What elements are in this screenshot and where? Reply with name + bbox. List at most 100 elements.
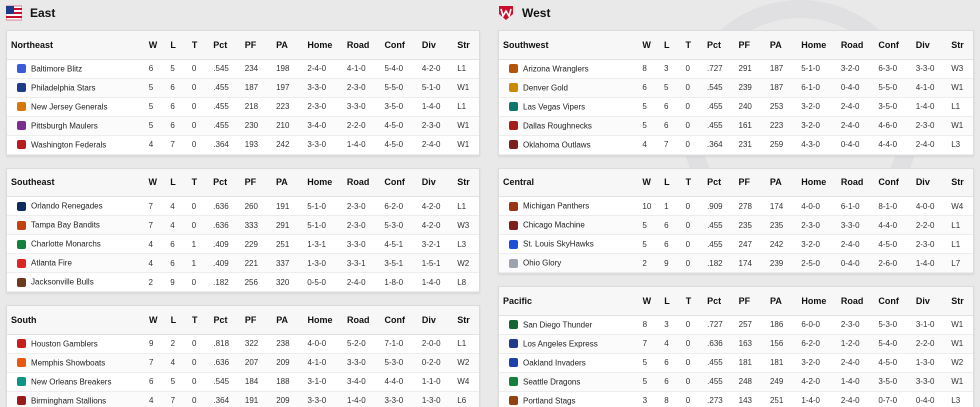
column-header-conf[interactable]: Conf	[874, 287, 912, 316]
team-cell[interactable]: Ohio Glory	[499, 253, 639, 273]
team-cell[interactable]: Tampa Bay Bandits	[7, 215, 145, 235]
team-name[interactable]: Portland Stags	[523, 396, 575, 405]
column-header-t[interactable]: T	[681, 287, 704, 316]
team-name[interactable]: Michigan Panthers	[523, 202, 589, 211]
team-cell[interactable]: New Orleans Breakers	[7, 372, 145, 392]
team-name[interactable]: Houston Gamblers	[31, 339, 98, 348]
column-header-l[interactable]: L	[660, 168, 682, 197]
team-cell[interactable]: Seattle Dragons	[499, 372, 639, 392]
team-cell[interactable]: Birmingham Stallions	[7, 391, 145, 407]
column-header-div[interactable]: Div	[911, 287, 948, 316]
column-header-home[interactable]: Home	[797, 168, 837, 197]
column-header-road[interactable]: Road	[343, 306, 381, 335]
column-header-div[interactable]: Div	[911, 31, 948, 60]
column-header-w[interactable]: W	[638, 287, 661, 316]
team-name[interactable]: New Jersey Generals	[31, 102, 107, 111]
team-cell[interactable]: Portland Stags	[499, 391, 639, 407]
column-header-t[interactable]: T	[187, 31, 210, 60]
column-header-w[interactable]: W	[638, 31, 661, 60]
column-header-pf[interactable]: PF	[240, 31, 273, 60]
column-header-l[interactable]: L	[166, 168, 188, 197]
team-name[interactable]: Oakland Invaders	[523, 358, 586, 367]
column-header-w[interactable]: W	[144, 306, 167, 335]
column-header-l[interactable]: L	[166, 306, 189, 335]
team-cell[interactable]: Houston Gamblers	[7, 334, 145, 354]
column-header-l[interactable]: L	[660, 287, 682, 316]
column-header-str[interactable]: Str	[947, 287, 973, 316]
column-header-road[interactable]: Road	[342, 168, 381, 197]
column-header-conf[interactable]: Conf	[874, 168, 912, 197]
column-header-home[interactable]: Home	[303, 306, 344, 335]
column-header-pf[interactable]: PF	[240, 168, 272, 197]
team-cell[interactable]: Las Vegas Vipers	[499, 97, 639, 117]
column-header-pa[interactable]: PA	[765, 31, 798, 60]
team-cell[interactable]: Baltimore Blitz	[7, 59, 145, 79]
column-header-pct[interactable]: Pct	[703, 31, 735, 60]
team-name[interactable]: Charlotte Monarchs	[31, 240, 101, 249]
team-cell[interactable]: Los Angeles Express	[499, 334, 639, 354]
column-header-pct[interactable]: Pct	[703, 287, 735, 316]
column-header-conf[interactable]: Conf	[380, 306, 418, 335]
team-name[interactable]: Ohio Glory	[523, 259, 561, 268]
column-header-w[interactable]: W	[144, 168, 167, 197]
team-cell[interactable]: New Jersey Generals	[7, 97, 145, 117]
team-cell[interactable]: Orlando Renegades	[7, 196, 145, 216]
team-name[interactable]: Jacksonville Bulls	[31, 278, 94, 287]
column-header-pf[interactable]: PF	[734, 287, 766, 316]
team-cell[interactable]: Oakland Invaders	[499, 353, 639, 373]
column-header-pa[interactable]: PA	[765, 168, 798, 197]
column-header-home[interactable]: Home	[303, 168, 343, 197]
column-header-t[interactable]: T	[187, 168, 210, 197]
column-header-pa[interactable]: PA	[765, 287, 798, 316]
team-name[interactable]: Seattle Dragons	[523, 377, 580, 386]
team-cell[interactable]: Oklahoma Outlaws	[499, 135, 639, 155]
team-cell[interactable]: Charlotte Monarchs	[7, 234, 145, 254]
column-header-t[interactable]: T	[681, 31, 704, 60]
column-header-conf[interactable]: Conf	[874, 31, 912, 60]
team-name[interactable]: Chicago Machine	[523, 221, 585, 230]
team-name[interactable]: Atlanta Fire	[31, 259, 72, 268]
team-name[interactable]: Arizona Wranglers	[523, 64, 589, 73]
column-header-road[interactable]: Road	[836, 168, 875, 197]
column-header-div[interactable]: Div	[417, 168, 454, 197]
column-header-pa[interactable]: PA	[272, 31, 304, 60]
team-name[interactable]: Philadelphia Stars	[31, 83, 95, 92]
team-name[interactable]: Dallas Roughnecks	[523, 121, 592, 130]
column-header-pa[interactable]: PA	[272, 306, 304, 335]
team-name[interactable]: Orlando Renegades	[31, 202, 103, 211]
column-header-road[interactable]: Road	[836, 31, 875, 60]
team-cell[interactable]: Pittsburgh Maulers	[7, 116, 145, 136]
column-header-div[interactable]: Div	[417, 31, 454, 60]
column-header-conf[interactable]: Conf	[380, 168, 418, 197]
column-header-pct[interactable]: Pct	[209, 168, 241, 197]
column-header-pct[interactable]: Pct	[209, 31, 241, 60]
team-name[interactable]: Baltimore Blitz	[31, 64, 82, 73]
team-cell[interactable]: St. Louis SkyHawks	[499, 234, 639, 254]
team-name[interactable]: Birmingham Stallions	[31, 396, 106, 405]
team-name[interactable]: Washington Federals	[31, 140, 106, 149]
team-name[interactable]: San Diego Thunder	[523, 320, 592, 329]
column-header-t[interactable]: T	[188, 306, 210, 335]
column-header-home[interactable]: Home	[797, 31, 837, 60]
column-header-road[interactable]: Road	[836, 287, 875, 316]
column-header-str[interactable]: Str	[453, 168, 479, 197]
team-cell[interactable]: Chicago Machine	[499, 215, 639, 235]
column-header-str[interactable]: Str	[947, 168, 973, 197]
column-header-pf[interactable]: PF	[240, 306, 273, 335]
team-name[interactable]: Oklahoma Outlaws	[523, 140, 591, 149]
team-cell[interactable]: Washington Federals	[7, 135, 145, 155]
column-header-t[interactable]: T	[681, 168, 704, 197]
column-header-road[interactable]: Road	[342, 31, 381, 60]
column-header-pct[interactable]: Pct	[703, 168, 735, 197]
column-header-pf[interactable]: PF	[734, 168, 766, 197]
column-header-w[interactable]: W	[638, 168, 661, 197]
column-header-div[interactable]: Div	[417, 306, 454, 335]
team-cell[interactable]: Jacksonville Bulls	[7, 272, 145, 292]
team-cell[interactable]: Memphis Showboats	[7, 353, 145, 373]
team-cell[interactable]: Philadelphia Stars	[7, 78, 145, 98]
column-header-w[interactable]: W	[144, 31, 167, 60]
column-header-str[interactable]: Str	[947, 31, 973, 60]
column-header-conf[interactable]: Conf	[380, 31, 418, 60]
column-header-div[interactable]: Div	[911, 168, 948, 197]
team-name[interactable]: St. Louis SkyHawks	[523, 240, 594, 249]
